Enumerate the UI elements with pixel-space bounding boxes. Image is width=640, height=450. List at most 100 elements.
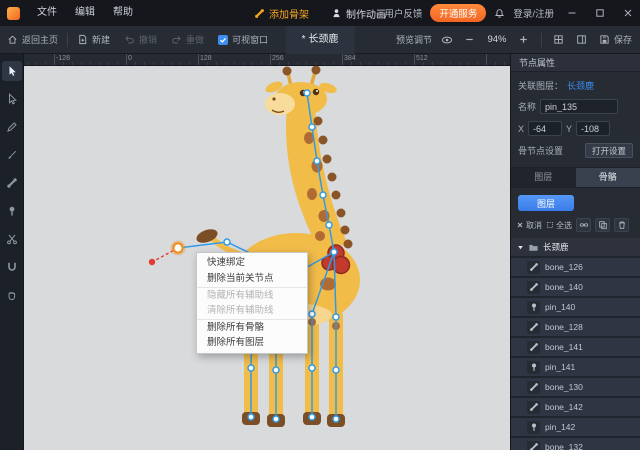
panel-layout-icon[interactable] [574,32,590,48]
undo-button[interactable]: 撤销 [117,26,164,54]
upgrade-button[interactable]: 开通服务 [430,4,487,22]
menu-edit[interactable]: 编辑 [66,0,104,26]
bone-list-label: bone_142 [545,402,583,412]
undo-label: 撤销 [139,35,158,45]
canvas-workspace[interactable]: 快速绑定 删除当前关节点 隐藏所有辅助线 清除所有辅助线 删除所有骨骼 删除所有… [24,66,510,450]
menu-item-quick-bind[interactable]: 快速绑定 [197,255,307,271]
document-tab[interactable]: * 长颈鹿 [285,26,355,54]
redo-icon [171,34,182,45]
giraffe-eye [312,88,320,96]
bone-list-item[interactable]: bone_142 [511,398,640,416]
ossicone-knob [282,66,292,76]
delete-button[interactable] [614,218,629,232]
bone-icon [527,380,540,394]
deselect-button[interactable]: 取消 [516,220,542,231]
bone-list-item[interactable]: pin_141 [511,358,640,376]
select-all-button[interactable]: 全选 [546,220,572,231]
menu-item-delete-all-bones[interactable]: 删除所有骨骼 [197,319,307,335]
chevron-down-icon [517,244,524,251]
app-window: 文件 编辑 帮助 添加骨架 制作动画 用户反馈 开通服务 登录/注册 返回主页 … [0,0,640,450]
redo-button[interactable]: 重做 [164,26,211,54]
cancel-icon [516,221,524,229]
login-link[interactable]: 登录/注册 [513,6,554,20]
bone-list-item[interactable]: bone_140 [511,278,640,296]
bone-list-label: bone_126 [545,262,583,272]
zoom-out-button[interactable] [462,32,478,48]
brush-tool[interactable] [2,145,22,165]
bone-tool[interactable] [2,173,22,193]
copy-button[interactable] [595,218,610,232]
preview-adjust-button[interactable]: 预览调节 [396,33,432,46]
trash-icon [618,221,625,229]
bind-target-dot[interactable] [148,258,156,266]
context-menu: 快速绑定 删除当前关节点 隐藏所有辅助线 清除所有辅助线 删除所有骨骼 删除所有… [196,252,308,354]
brush-icon [6,149,18,161]
feedback-link[interactable]: 用户反馈 [384,6,422,20]
menu-item-delete-all-layers[interactable]: 删除所有图层 [197,335,307,351]
panel-tabs: 图层 骨骼 [511,167,640,188]
step-make-animation[interactable]: 制作动画 [331,6,386,21]
tree-root-item[interactable]: 长颈鹿 [511,238,640,256]
bone-list-item[interactable]: pin_142 [511,418,640,436]
direct-select-tool[interactable] [2,89,22,109]
bone-step-icon [254,8,265,19]
bone-list-item[interactable]: bone_130 [511,378,640,396]
separator [540,32,542,47]
select-tool[interactable] [1,61,22,81]
menu-item-clear-all-guides: 清除所有辅助线 [207,305,274,316]
x-input[interactable] [528,121,563,136]
linked-layer-label: 关联图层： [518,81,564,91]
new-button[interactable]: 新建 [70,26,117,54]
tree-root-label: 长颈鹿 [543,242,569,252]
notification-bell-icon[interactable] [494,8,505,19]
bone-list-item[interactable]: bone_141 [511,338,640,356]
scissors-tool[interactable] [2,229,22,249]
bone-tree: 长颈鹿 bone_126 bone_140 pin_140 bone_128 b… [511,238,640,450]
zoom-in-button[interactable] [516,32,532,48]
magnet-tool[interactable] [2,257,22,277]
mode-steps: 添加骨架 制作动画 [254,0,386,26]
bone-icon [527,340,540,354]
pin-tool[interactable] [2,201,22,221]
cursor-icon [6,65,18,77]
bind-button[interactable] [576,218,591,232]
pen-icon [6,121,18,133]
pen-tool[interactable] [2,117,22,137]
menu-item-delete-current-joint[interactable]: 删除当前关节点 [197,271,307,287]
selected-joint[interactable] [170,240,186,256]
tab-layers[interactable]: 图层 [511,168,576,187]
toolbar-right: 预览调节 94% 保存 [396,26,640,54]
bone-list-item[interactable]: bone_126 [511,258,640,276]
eye-icon[interactable] [439,32,455,48]
menu-help[interactable]: 帮助 [104,0,142,26]
bone-list-label: bone_140 [545,282,583,292]
maximize-button[interactable] [590,0,610,26]
home-button[interactable]: 返回主页 [0,26,65,54]
bone-list-item[interactable]: bone_132 [511,438,640,450]
hand-tool[interactable] [2,285,22,305]
copy-icon [598,221,607,230]
visible-window-label: 可视窗口 [232,35,269,45]
bone-list-item[interactable]: pin_140 [511,298,640,316]
open-settings-button[interactable]: 打开设置 [584,143,633,158]
tab-bones[interactable]: 骨骼 [575,168,640,187]
close-button[interactable] [618,0,638,26]
menu-file[interactable]: 文件 [28,0,66,26]
save-icon [599,34,610,45]
node-properties-title: 节点属性 [511,54,640,72]
y-input[interactable] [576,121,611,136]
select-all-icon [546,221,554,229]
layer-button[interactable]: 图层 [518,195,574,211]
grid-icon[interactable] [551,32,567,48]
step-add-skeleton[interactable]: 添加骨架 [254,6,309,21]
bone-icon [527,320,540,334]
bone-list-label: bone_128 [545,322,583,332]
save-button[interactable]: 保存 [597,26,634,54]
linked-layer-value[interactable]: 长颈鹿 [567,79,594,92]
ruler-tick-label: 128 [200,55,212,62]
visible-window-toggle[interactable]: 可视窗口 [211,33,275,46]
giraffe-neck [286,108,349,247]
node-name-input[interactable] [540,99,619,114]
minimize-button[interactable] [562,0,582,26]
bone-list-item[interactable]: bone_128 [511,318,640,336]
